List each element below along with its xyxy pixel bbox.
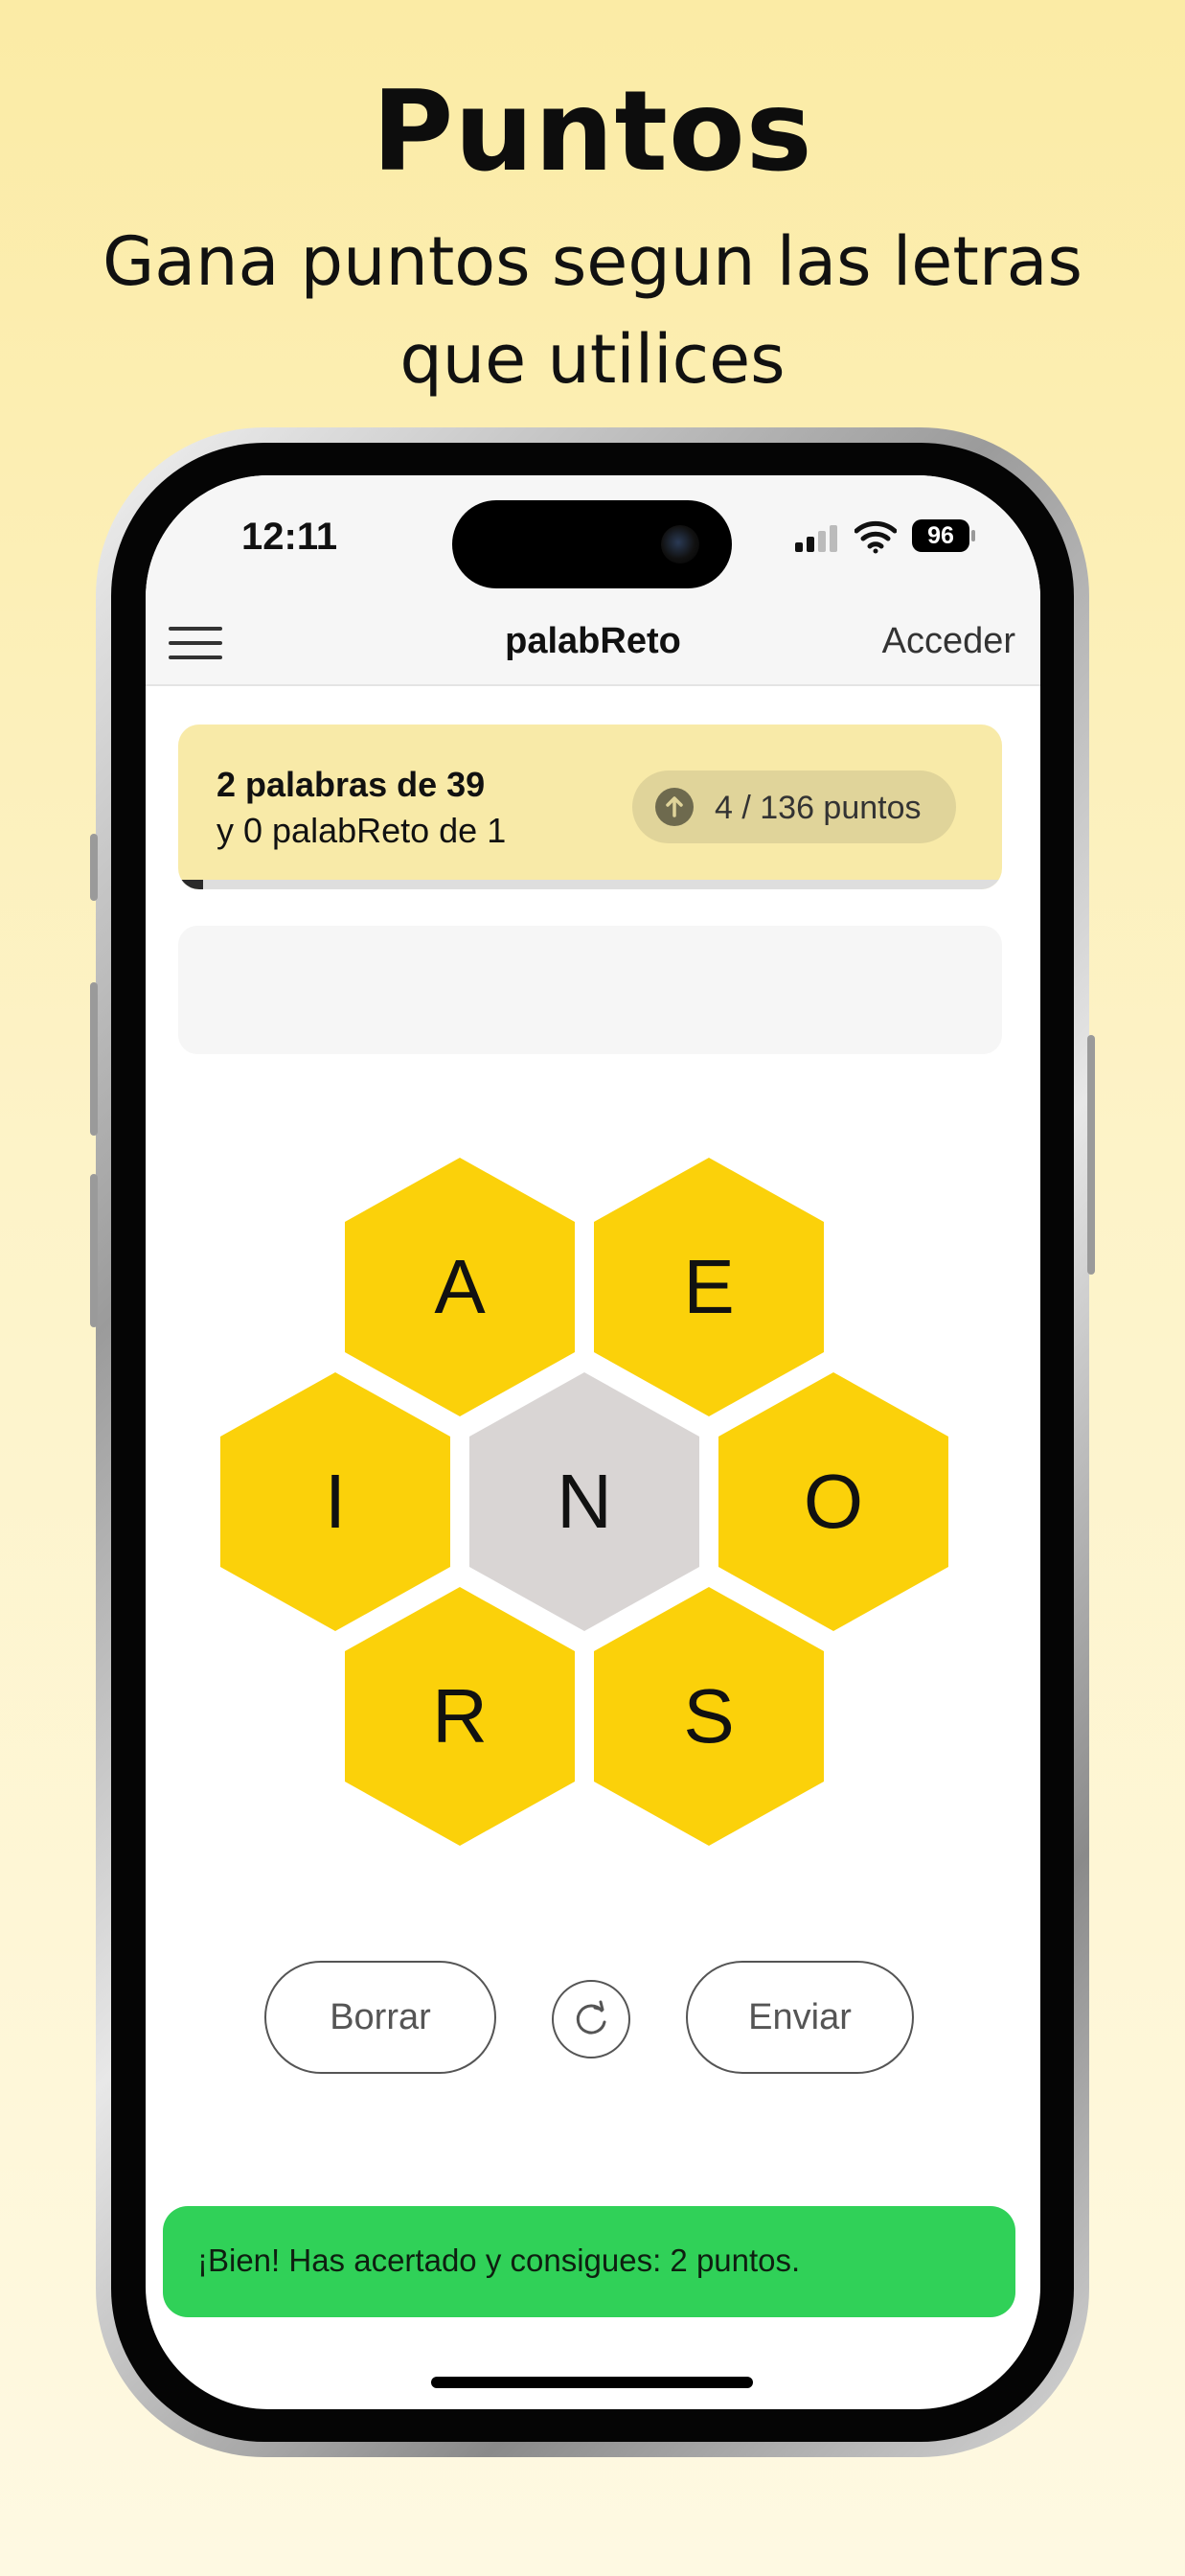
phone-power-button	[1087, 1035, 1095, 1275]
points-badge[interactable]: 4 / 136 puntos	[632, 770, 956, 843]
submit-button[interactable]: Enviar	[686, 1961, 914, 2074]
letter-hex-bottom-right[interactable]: S	[592, 1585, 826, 1848]
battery-indicator: 96	[912, 519, 969, 552]
letter-s: S	[683, 1673, 735, 1759]
palabreto-found-count: y 0 palabReto de 1	[216, 811, 507, 850]
success-toast: ¡Bien! Has acertado y consigues: 2 punto…	[163, 2206, 1015, 2317]
progress-bar-track	[178, 880, 1002, 889]
arrow-up-circle-icon	[655, 788, 694, 826]
toast-message: ¡Bien! Has acertado y consigues: 2 punto…	[197, 2242, 801, 2278]
status-bar: 12:11 96	[146, 475, 1040, 600]
words-found-count: 2 palabras de 39	[216, 765, 486, 804]
home-indicator[interactable]	[431, 2377, 753, 2388]
delete-button[interactable]: Borrar	[264, 1961, 496, 2074]
promo-subtitle: Gana puntos segun las letras que utilice…	[96, 213, 1089, 408]
phone-volume-up-button	[90, 982, 98, 1136]
front-camera	[661, 525, 699, 564]
phone-screen: 12:11 96 palabReto Acceder 2 palabras de…	[146, 475, 1040, 2409]
phone-action-button	[90, 834, 98, 901]
letter-hex-bottom-left[interactable]: R	[343, 1585, 577, 1848]
status-time: 12:11	[241, 516, 338, 558]
shuffle-button[interactable]	[552, 1980, 630, 2058]
points-text: 4 / 136 puntos	[715, 790, 922, 826]
progress-bar-fill	[178, 880, 203, 889]
refresh-icon	[576, 2000, 606, 2035]
battery-tip	[971, 530, 975, 541]
promo-subtitle-line-2: que utilices	[399, 320, 786, 399]
top-navigation-bar: palabReto Acceder	[146, 600, 1040, 686]
current-word-field	[178, 926, 1002, 1054]
wifi-icon	[855, 520, 897, 554]
login-link[interactable]: Acceder	[882, 621, 1015, 662]
promo-title: Puntos	[372, 67, 813, 196]
cellular-signal-icon	[795, 525, 841, 552]
letter-r: R	[432, 1673, 488, 1759]
progress-card: 2 palabras de 39 y 0 palabReto de 1 4 / …	[178, 724, 1002, 889]
promo-subtitle-line-1: Gana puntos segun las letras	[103, 222, 1082, 301]
phone-volume-down-button	[90, 1174, 98, 1327]
